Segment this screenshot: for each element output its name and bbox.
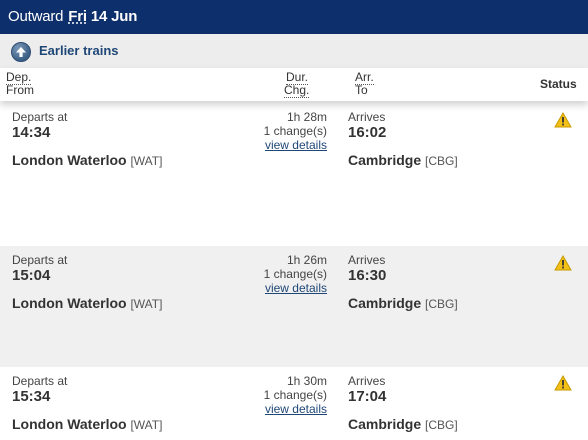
destination-station: Cambridge [CBG]: [348, 416, 458, 432]
destination-code: [CBG]: [425, 418, 458, 432]
changes: 1 change(s): [263, 267, 327, 281]
departs-label: Departs at: [12, 253, 68, 267]
origin-name: London Waterloo: [12, 295, 127, 311]
origin-code: [WAT]: [130, 297, 163, 311]
departure-time: 14:34: [12, 124, 51, 141]
destination-name: Cambridge: [348, 416, 422, 432]
col-to-label: To: [355, 83, 368, 97]
warning-icon[interactable]: [554, 374, 572, 396]
arrival-time: 17:04: [348, 388, 387, 405]
outward-label: Outward: [8, 8, 64, 25]
duration-block: 1h 26m 1 change(s) view details: [217, 253, 327, 295]
origin-name: London Waterloo: [12, 416, 127, 432]
outward-header: Outward Fri 14 Jun: [0, 0, 588, 34]
arrival-time: 16:30: [348, 267, 387, 284]
outward-day: Fri: [68, 8, 87, 25]
duration-block: 1h 28m 1 change(s) view details: [217, 110, 327, 152]
column-header: Dep. From Dur. Chg. Arr. To Status: [0, 68, 588, 101]
warning-icon[interactable]: [554, 111, 572, 133]
col-chg-label: Chg.: [284, 83, 310, 98]
departure-time: 15:04: [12, 267, 51, 284]
duration: 1h 28m: [286, 110, 327, 124]
origin-code: [WAT]: [130, 418, 163, 432]
destination-station: Cambridge [CBG]: [348, 295, 458, 311]
origin-station: London Waterloo [WAT]: [12, 416, 162, 432]
col-arr-to: Arr. To: [355, 70, 374, 97]
journey-row[interactable]: Departs at 15:04 London Waterloo [WAT] 1…: [0, 246, 588, 367]
arrives-label: Arrives: [348, 374, 386, 388]
destination-station: Cambridge [CBG]: [348, 152, 458, 168]
changes: 1 change(s): [263, 388, 327, 402]
destination-name: Cambridge: [348, 152, 422, 168]
view-details-link[interactable]: view details: [265, 138, 327, 152]
outward-title: Outward Fri 14 Jun: [8, 8, 137, 25]
outward-date: Fri 14 Jun: [68, 8, 137, 25]
outward-date-value: 14 Jun: [90, 8, 138, 25]
col-dep-from: Dep. From: [6, 70, 34, 97]
departure-time: 15:34: [12, 388, 51, 405]
warning-icon[interactable]: [554, 254, 572, 276]
duration: 1h 26m: [286, 253, 327, 267]
departs-label: Departs at: [12, 374, 68, 388]
col-status-label: Status: [540, 77, 577, 91]
origin-name: London Waterloo: [12, 152, 127, 168]
origin-station: London Waterloo [WAT]: [12, 152, 162, 168]
arrow-up-circle-icon: [11, 42, 31, 62]
duration: 1h 30m: [286, 374, 327, 388]
origin-code: [WAT]: [130, 154, 163, 168]
arrival-time: 16:02: [348, 124, 387, 141]
col-dur-chg: Dur. Chg.: [284, 70, 310, 98]
journey-row[interactable]: Departs at 14:34 London Waterloo [WAT] 1…: [0, 101, 588, 246]
view-details-link[interactable]: view details: [265, 402, 327, 416]
view-details-link[interactable]: view details: [265, 281, 327, 295]
changes: 1 change(s): [263, 124, 327, 138]
origin-station: London Waterloo [WAT]: [12, 295, 162, 311]
journey-row[interactable]: Departs at 15:34 London Waterloo [WAT] 1…: [0, 367, 588, 440]
departs-label: Departs at: [12, 110, 68, 124]
arrives-label: Arrives: [348, 253, 386, 267]
earlier-trains-label: Earlier trains: [39, 43, 119, 58]
destination-code: [CBG]: [425, 154, 458, 168]
destination-name: Cambridge: [348, 295, 422, 311]
earlier-trains-button[interactable]: Earlier trains: [0, 34, 588, 68]
destination-code: [CBG]: [425, 297, 458, 311]
arrives-label: Arrives: [348, 110, 386, 124]
col-from-label: From: [6, 83, 34, 97]
duration-block: 1h 30m 1 change(s) view details: [217, 374, 327, 416]
